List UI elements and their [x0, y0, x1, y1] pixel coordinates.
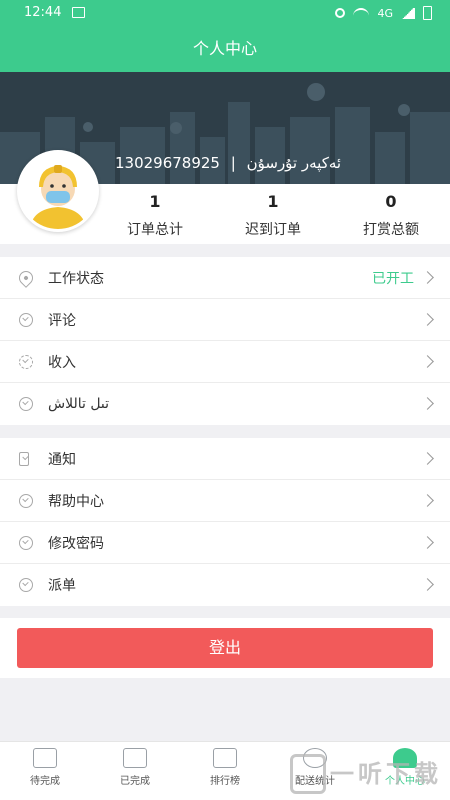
wifi-icon [353, 8, 370, 18]
tab-ranking[interactable]: 排行榜 [180, 742, 270, 800]
menu-item-label: 收入 [48, 354, 76, 371]
watermark: 一听下载 [290, 748, 450, 800]
battery-icon [423, 6, 432, 20]
chevron-right-icon [421, 578, 434, 591]
photo-notification-icon [72, 7, 85, 18]
avatar[interactable] [17, 150, 99, 232]
status-bar: 12:44 4G [0, 0, 450, 26]
check-circle-icon [19, 536, 33, 550]
speaker-icon [19, 452, 29, 466]
stat-total-orders[interactable]: 1 订单总计 [95, 192, 215, 239]
menu-item-label: 工作状态 [48, 270, 104, 287]
courier-avatar-icon [20, 153, 96, 229]
chevron-right-icon [421, 313, 434, 326]
tab-label: 已完成 [120, 776, 150, 787]
completed-list-icon [123, 748, 147, 768]
tab-completed[interactable]: 已完成 [90, 742, 180, 800]
menu-item-reviews[interactable]: 评论 [0, 299, 450, 341]
chevron-right-icon [421, 452, 434, 465]
user-name: ئەكپەر تۇرسۇن [246, 154, 342, 172]
status-time: 12:44 [24, 5, 62, 20]
bar-chart-icon [213, 748, 237, 768]
chevron-right-icon [421, 494, 434, 507]
status-icons: 4G [335, 6, 432, 20]
menu-item-label: 帮助中心 [48, 493, 104, 510]
identity-separator: | [230, 154, 236, 172]
tab-label: 排行榜 [210, 776, 240, 787]
stat-label: 打赏总额 [363, 222, 419, 238]
check-circle-icon [19, 397, 33, 411]
check-circle-icon [19, 313, 33, 327]
menu-item-label: 评论 [48, 312, 76, 329]
gear-icon [19, 355, 33, 369]
tab-pending[interactable]: 待完成 [0, 742, 90, 800]
network-type: 4G [377, 6, 393, 20]
menu-item-help-center[interactable]: 帮助中心 [0, 480, 450, 522]
watermark-text: 一听下载 [330, 760, 442, 788]
menu-item-dispatch[interactable]: 派单 [0, 564, 450, 606]
work-status-value: 已开工 [372, 270, 414, 287]
menu-item-notifications[interactable]: 通知 [0, 438, 450, 480]
menu-item-label: 修改密码 [48, 535, 104, 552]
phone-number: 13029678925 [115, 154, 220, 172]
stat-tip-total[interactable]: 0 打赏总额 [331, 192, 450, 239]
menu-item-label: تىل تاللاش [48, 396, 110, 412]
stat-label: 迟到订单 [245, 222, 301, 238]
pending-list-icon [33, 748, 57, 768]
tab-label: 待完成 [30, 776, 60, 787]
profile-identity: 13029678925 | ئەكپەر تۇرسۇن [115, 154, 341, 172]
menu-item-change-password[interactable]: 修改密码 [0, 522, 450, 564]
chevron-right-icon [421, 397, 434, 410]
stat-late-orders[interactable]: 1 迟到订单 [213, 192, 333, 239]
watermark-logo-icon [290, 754, 326, 794]
stat-value: 0 [385, 192, 397, 211]
chevron-right-icon [421, 536, 434, 549]
logout-button[interactable]: 登出 [17, 628, 433, 668]
menu-item-label: 派单 [48, 578, 76, 594]
menu-group-account: 工作状态 已开工 评论 收入 تىل تاللاش [0, 257, 450, 425]
chevron-right-icon [421, 355, 434, 368]
menu-item-work-status[interactable]: 工作状态 已开工 [0, 257, 450, 299]
check-circle-icon [19, 494, 33, 508]
location-status-icon [335, 8, 346, 18]
stat-label: 订单总计 [127, 222, 183, 238]
page-title: 个人中心 [0, 26, 450, 72]
chevron-right-icon [421, 271, 434, 284]
check-circle-icon [19, 578, 33, 592]
stat-value: 1 [267, 192, 279, 211]
menu-item-label: 通知 [48, 451, 76, 468]
menu-group-settings: 通知 帮助中心 修改密码 派单 [0, 438, 450, 606]
menu-item-language[interactable]: تىل تاللاش [0, 383, 450, 425]
signal-icon [401, 7, 415, 19]
menu-item-income[interactable]: 收入 [0, 341, 450, 383]
location-pin-icon [16, 268, 36, 288]
stat-value: 1 [149, 192, 161, 211]
